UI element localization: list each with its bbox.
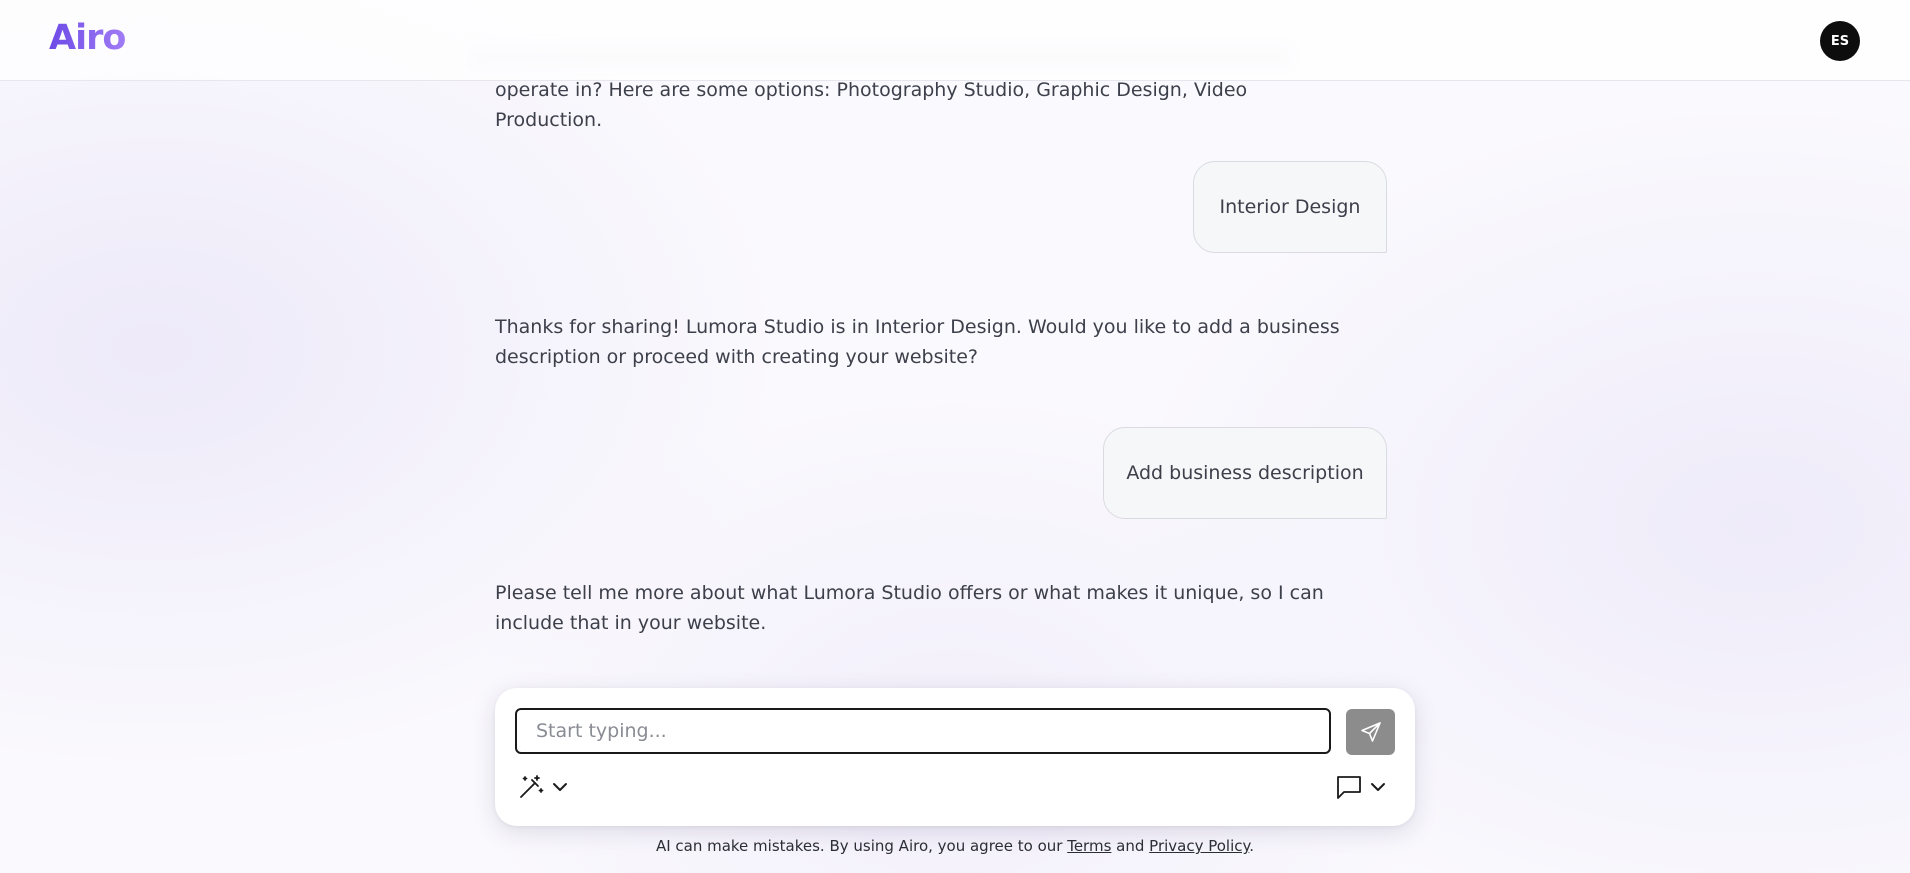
chat-bubble-icon (1337, 776, 1361, 799)
chat-composer (495, 688, 1415, 826)
magic-wand-icon (520, 775, 544, 798)
terms-link[interactable]: Terms (1067, 837, 1111, 855)
send-button[interactable] (1346, 709, 1395, 755)
ai-tools-dropdown[interactable] (517, 772, 569, 802)
chat-mode-dropdown[interactable] (1335, 772, 1387, 802)
assistant-message: Please tell me more about what Lumora St… (495, 582, 1324, 634)
disclaimer-text: AI can make mistakes. By using Airo, you… (655, 837, 1068, 855)
user-message-text: Add business description (1126, 462, 1364, 484)
airo-logo[interactable]: Airo (49, 18, 126, 58)
user-message-bubble: Interior Design (1193, 161, 1387, 253)
ai-disclaimer: AI can make mistakes. By using Airo, you… (0, 837, 1910, 855)
user-message-bubble: Add business description (1103, 427, 1387, 519)
user-avatar[interactable]: ES (1820, 21, 1860, 61)
disclaimer-and: and (1111, 837, 1150, 855)
disclaimer-period: . (1249, 837, 1255, 855)
privacy-policy-link[interactable]: Privacy Policy (1149, 837, 1249, 855)
send-icon (1360, 722, 1381, 742)
message-input[interactable] (515, 708, 1331, 754)
assistant-message: operate in? Here are some options: Photo… (495, 79, 1248, 131)
top-header: Airo ES (0, 0, 1910, 81)
chevron-down-icon (553, 783, 567, 791)
assistant-message: Thanks for sharing! Lumora Studio is in … (495, 316, 1340, 368)
user-message-text: Interior Design (1219, 196, 1361, 218)
chevron-down-icon (1371, 783, 1385, 791)
